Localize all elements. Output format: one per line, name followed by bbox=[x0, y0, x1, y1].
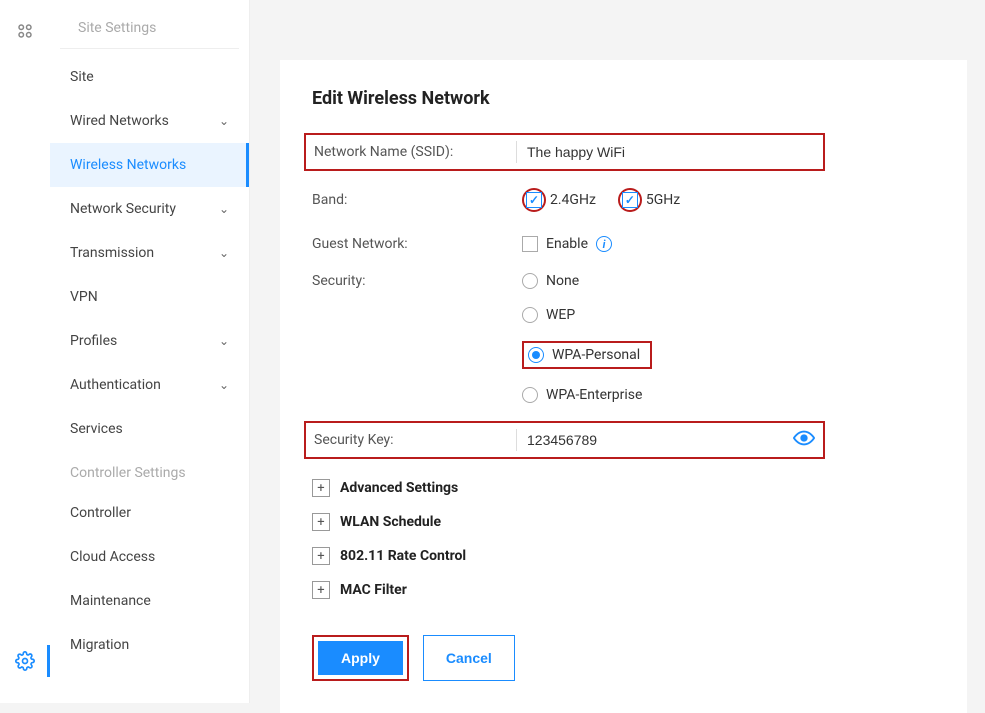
ssid-row: Network Name (SSID): bbox=[304, 133, 825, 171]
sidebar-item-label: Maintenance bbox=[70, 593, 151, 609]
plus-icon: + bbox=[312, 581, 330, 599]
ssid-input[interactable] bbox=[527, 144, 815, 160]
info-icon[interactable]: i bbox=[596, 236, 612, 252]
sidebar: Site Settings Site Wired Networks ⌄ Wire… bbox=[50, 0, 250, 703]
security-wep-label: WEP bbox=[546, 307, 575, 323]
chevron-down-icon: ⌄ bbox=[219, 378, 229, 392]
main-content: Edit Wireless Network Network Name (SSID… bbox=[250, 0, 985, 703]
highlight-box: Apply bbox=[312, 635, 409, 681]
chevron-down-icon: ⌄ bbox=[219, 114, 229, 128]
cancel-button[interactable]: Cancel bbox=[423, 635, 515, 681]
apply-button[interactable]: Apply bbox=[318, 641, 403, 675]
sidebar-item-label: Wired Networks bbox=[70, 113, 169, 129]
highlight-circle bbox=[522, 188, 546, 212]
expander-wlan-schedule[interactable]: + WLAN Schedule bbox=[312, 505, 935, 539]
security-wep-radio[interactable] bbox=[522, 307, 538, 323]
band-24-checkbox[interactable] bbox=[526, 192, 542, 208]
band-label: Band: bbox=[312, 192, 522, 208]
security-label: Security: bbox=[312, 273, 522, 289]
sidebar-item-maintenance[interactable]: Maintenance bbox=[50, 579, 249, 623]
plus-icon: + bbox=[312, 479, 330, 497]
settings-rail-item[interactable] bbox=[0, 641, 50, 681]
left-rail bbox=[0, 0, 50, 703]
divider bbox=[516, 141, 517, 163]
security-key-input[interactable] bbox=[527, 432, 793, 448]
guest-enable-checkbox[interactable] bbox=[522, 236, 538, 252]
band-24-label: 2.4GHz bbox=[550, 192, 596, 208]
sidebar-item-services[interactable]: Services bbox=[50, 407, 249, 451]
sidebar-item-label: Transmission bbox=[70, 245, 154, 261]
ssid-label: Network Name (SSID): bbox=[314, 144, 516, 160]
sidebar-item-label: Site bbox=[70, 69, 94, 85]
expander-label: WLAN Schedule bbox=[340, 514, 441, 530]
band-5-checkbox[interactable] bbox=[622, 192, 638, 208]
sidebar-item-label: Migration bbox=[70, 637, 129, 653]
card-title: Edit Wireless Network bbox=[312, 88, 935, 109]
sidebar-item-network-security[interactable]: Network Security ⌄ bbox=[50, 187, 249, 231]
edit-wireless-card: Edit Wireless Network Network Name (SSID… bbox=[280, 60, 967, 713]
sidebar-item-authentication[interactable]: Authentication ⌄ bbox=[50, 363, 249, 407]
expander-mac-filter[interactable]: + MAC Filter bbox=[312, 573, 935, 607]
apps-icon[interactable] bbox=[16, 22, 34, 44]
security-wpa-enterprise-label: WPA-Enterprise bbox=[546, 387, 642, 403]
band-row: Band: 2.4GHz 5GHz bbox=[312, 183, 935, 217]
button-row: Apply Cancel bbox=[312, 635, 935, 681]
sidebar-item-label: Profiles bbox=[70, 333, 117, 349]
sidebar-item-migration[interactable]: Migration bbox=[50, 623, 249, 667]
expander-label: MAC Filter bbox=[340, 582, 407, 598]
sidebar-item-label: Network Security bbox=[70, 201, 176, 217]
sidebar-item-wired-networks[interactable]: Wired Networks ⌄ bbox=[50, 99, 249, 143]
security-none-label: None bbox=[546, 273, 579, 289]
sidebar-section-site-settings: Site Settings bbox=[60, 10, 239, 49]
expander-label: 802.11 Rate Control bbox=[340, 548, 466, 564]
sidebar-item-profiles[interactable]: Profiles ⌄ bbox=[50, 319, 249, 363]
chevron-down-icon: ⌄ bbox=[219, 202, 229, 216]
plus-icon: + bbox=[312, 513, 330, 531]
divider bbox=[516, 429, 517, 451]
sidebar-item-vpn[interactable]: VPN bbox=[50, 275, 249, 319]
security-row: Security: None WEP WPA-Personal bbox=[312, 273, 935, 413]
chevron-down-icon: ⌄ bbox=[219, 334, 229, 348]
sidebar-item-cloud-access[interactable]: Cloud Access bbox=[50, 535, 249, 579]
sidebar-item-controller[interactable]: Controller bbox=[50, 491, 249, 535]
expander-advanced-settings[interactable]: + Advanced Settings bbox=[312, 471, 935, 505]
security-none-radio[interactable] bbox=[522, 273, 538, 289]
expander-label: Advanced Settings bbox=[340, 480, 458, 496]
highlight-box: WPA-Personal bbox=[522, 341, 652, 369]
sidebar-item-label: Services bbox=[70, 421, 123, 437]
band-5-label: 5GHz bbox=[646, 192, 680, 208]
sidebar-item-label: Controller bbox=[70, 505, 131, 521]
eye-icon[interactable] bbox=[793, 430, 815, 450]
security-wpa-enterprise-radio[interactable] bbox=[522, 387, 538, 403]
security-wpa-personal-label: WPA-Personal bbox=[552, 347, 640, 363]
sidebar-item-label: Wireless Networks bbox=[70, 157, 186, 173]
plus-icon: + bbox=[312, 547, 330, 565]
sidebar-item-transmission[interactable]: Transmission ⌄ bbox=[50, 231, 249, 275]
sidebar-item-label: Cloud Access bbox=[70, 549, 155, 565]
security-key-label: Security Key: bbox=[314, 432, 516, 448]
security-wpa-personal-radio[interactable] bbox=[528, 347, 544, 363]
sidebar-item-label: Authentication bbox=[70, 377, 161, 393]
chevron-down-icon: ⌄ bbox=[219, 246, 229, 260]
guest-label: Guest Network: bbox=[312, 236, 522, 252]
highlight-circle bbox=[618, 188, 642, 212]
sidebar-item-wireless-networks[interactable]: Wireless Networks bbox=[50, 143, 249, 187]
expander-rate-control[interactable]: + 802.11 Rate Control bbox=[312, 539, 935, 573]
sidebar-item-label: VPN bbox=[70, 289, 98, 305]
sidebar-section-controller-settings: Controller Settings bbox=[50, 451, 249, 491]
guest-row: Guest Network: Enable i bbox=[312, 227, 935, 261]
sidebar-item-site[interactable]: Site bbox=[50, 55, 249, 99]
security-key-row: Security Key: bbox=[304, 421, 825, 459]
guest-enable-label: Enable bbox=[546, 236, 588, 252]
